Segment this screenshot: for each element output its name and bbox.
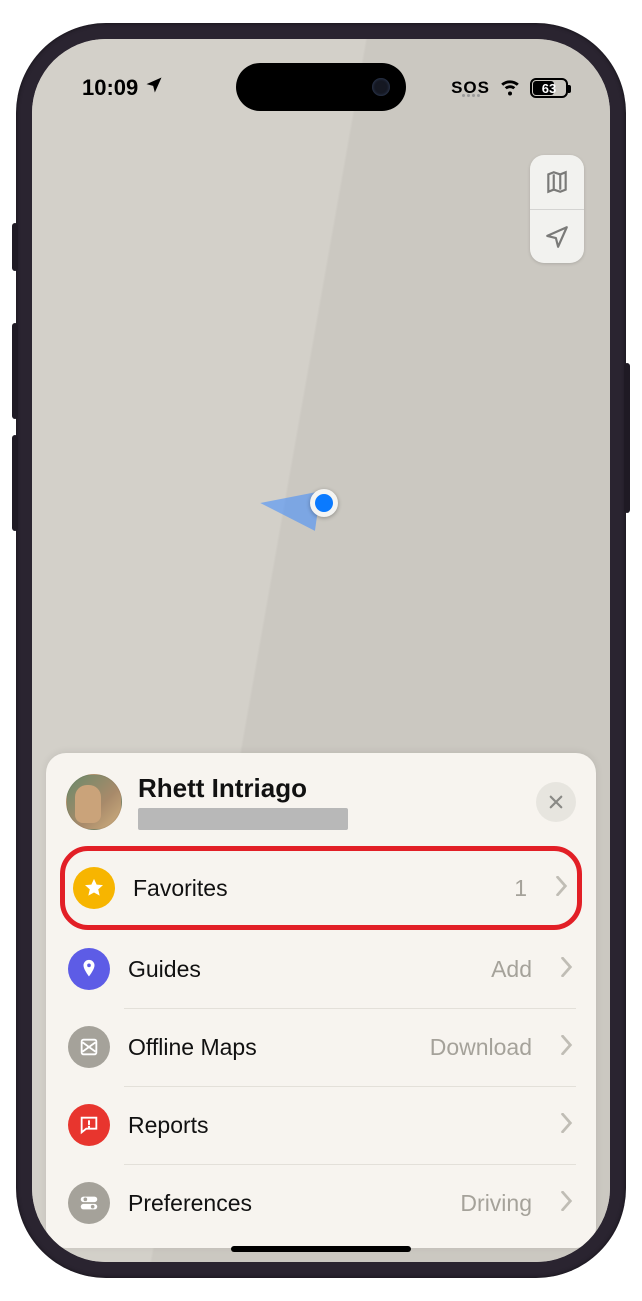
guides-icon	[68, 948, 110, 990]
user-location-dot	[310, 489, 338, 517]
menu-value: Driving	[460, 1190, 532, 1217]
profile-header: Rhett Intriago	[46, 773, 596, 846]
wifi-icon	[498, 73, 522, 103]
status-time: 10:09	[82, 75, 138, 101]
volume-up-button[interactable]	[12, 323, 18, 419]
menu-value: 1	[514, 875, 527, 902]
menu-list: Favorites 1 Guides Add	[46, 846, 596, 1242]
menu-item-favorites[interactable]: Favorites 1	[60, 846, 582, 930]
volume-down-button[interactable]	[12, 435, 18, 531]
menu-label: Offline Maps	[128, 1034, 412, 1061]
screen: 10:09 SOS 63	[32, 39, 610, 1262]
chevron-right-icon	[560, 1113, 574, 1138]
map-controls	[530, 155, 584, 263]
chevron-right-icon	[560, 1191, 574, 1216]
sos-indicator: SOS	[451, 79, 490, 97]
offline-maps-icon	[68, 1026, 110, 1068]
mute-switch[interactable]	[12, 223, 18, 271]
location-services-icon	[144, 75, 164, 101]
home-indicator[interactable]	[231, 1246, 411, 1252]
dynamic-island	[236, 63, 406, 111]
star-icon	[73, 867, 115, 909]
battery-indicator: 63	[530, 78, 568, 98]
preferences-icon	[68, 1182, 110, 1224]
chevron-right-icon	[555, 876, 569, 901]
profile-avatar[interactable]	[66, 774, 122, 830]
chevron-right-icon	[560, 957, 574, 982]
menu-label: Preferences	[128, 1190, 442, 1217]
reports-icon	[68, 1104, 110, 1146]
profile-sheet: Rhett Intriago Favorites 1	[46, 753, 596, 1248]
menu-label: Reports	[128, 1112, 514, 1139]
front-camera	[372, 78, 390, 96]
menu-item-guides[interactable]: Guides Add	[46, 930, 596, 1008]
profile-name: Rhett Intriago	[138, 773, 520, 804]
menu-label: Guides	[128, 956, 473, 983]
menu-item-offline-maps[interactable]: Offline Maps Download	[46, 1008, 596, 1086]
locate-me-button[interactable]	[530, 209, 584, 263]
iphone-frame: 10:09 SOS 63	[16, 23, 626, 1278]
profile-email-redacted	[138, 808, 348, 830]
power-button[interactable]	[624, 363, 630, 513]
menu-value: Add	[491, 956, 532, 983]
chevron-right-icon	[560, 1035, 574, 1060]
menu-item-reports[interactable]: Reports	[46, 1086, 596, 1164]
menu-label: Favorites	[133, 875, 496, 902]
menu-item-preferences[interactable]: Preferences Driving	[46, 1164, 596, 1242]
menu-value: Download	[430, 1034, 532, 1061]
close-button[interactable]	[536, 782, 576, 822]
map-mode-button[interactable]	[530, 155, 584, 209]
